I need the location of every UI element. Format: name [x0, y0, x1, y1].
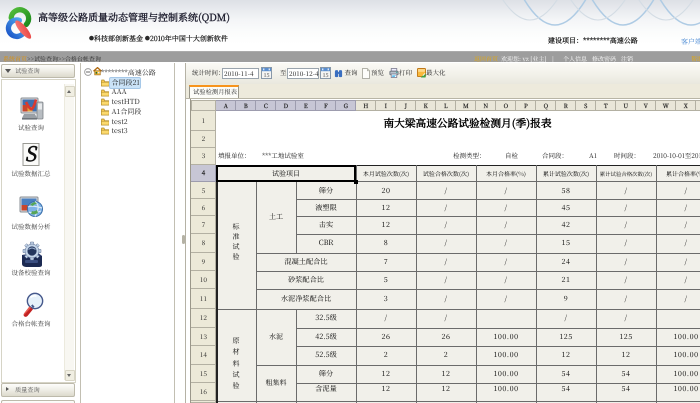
svg-text:15: 15 [263, 71, 269, 79]
svg-text:15: 15 [322, 71, 328, 79]
